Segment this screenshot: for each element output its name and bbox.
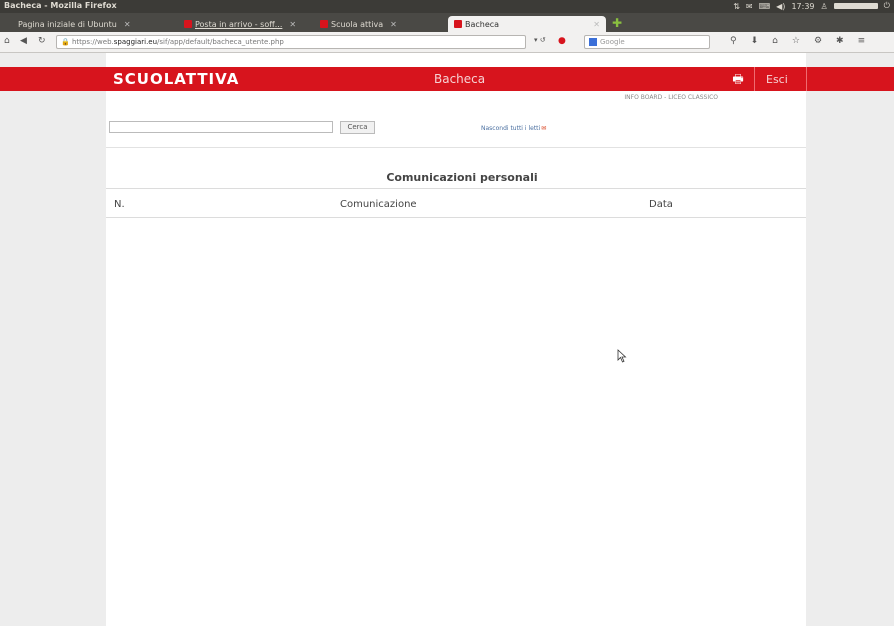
reload-icon[interactable]: ↻ bbox=[38, 36, 46, 46]
site-logo[interactable]: SCUOLATTIVA bbox=[113, 70, 239, 88]
menu-icon[interactable]: ≡ bbox=[858, 36, 866, 46]
home-page-icon[interactable]: ⌂ bbox=[772, 36, 778, 46]
logout-button[interactable]: Esci bbox=[766, 73, 788, 86]
back-icon[interactable]: ◀ bbox=[20, 36, 27, 46]
bookmark-star-icon[interactable]: ☆ bbox=[792, 36, 800, 46]
keyboard-icon[interactable]: ⌨ bbox=[759, 2, 771, 11]
search-icon[interactable]: ⚲ bbox=[730, 36, 737, 46]
tab-bacheca[interactable]: Bacheca ✕ bbox=[448, 16, 606, 32]
extension-icon[interactable]: ✱ bbox=[836, 36, 844, 46]
mail-icon[interactable]: ✉ bbox=[746, 2, 753, 11]
close-tab-icon[interactable]: ✕ bbox=[124, 20, 131, 29]
close-tab-icon[interactable]: ✕ bbox=[390, 20, 397, 29]
user-name-bar bbox=[833, 3, 878, 9]
tab-label: Scuola attiva bbox=[331, 19, 384, 29]
user-icon[interactable]: ♙ bbox=[821, 2, 828, 11]
url-lock-icon: 🔒 bbox=[61, 38, 70, 46]
right-margin bbox=[806, 53, 894, 626]
envelope-icon: ✉ bbox=[541, 125, 547, 132]
search-engine-placeholder: Google bbox=[600, 38, 625, 46]
page-title: Bacheca bbox=[434, 72, 486, 86]
power-icon[interactable]: ⏻ bbox=[884, 1, 890, 11]
clock[interactable]: 17:39 bbox=[791, 2, 814, 11]
mouse-cursor-icon bbox=[617, 349, 627, 363]
url-dropdown-icon[interactable]: ▾ ↺ bbox=[534, 36, 546, 44]
school-info: INFO BOARD - LICEO CLASSICO bbox=[624, 94, 718, 101]
hide-read-label: Nascondi tutti i letti bbox=[481, 125, 541, 132]
new-tab-icon[interactable]: ✚ bbox=[612, 16, 622, 30]
bacheca-favicon-icon bbox=[454, 20, 462, 28]
column-header-date[interactable]: Data bbox=[649, 199, 673, 210]
left-margin bbox=[0, 53, 106, 626]
download-icon[interactable]: ⬇ bbox=[751, 36, 759, 46]
tab-scuola-attiva[interactable]: Scuola attiva ✕ bbox=[320, 16, 440, 32]
column-header-number[interactable]: N. bbox=[114, 199, 125, 210]
tab-strip: Pagina iniziale di Ubuntu ✕ Posta in arri… bbox=[0, 13, 894, 32]
close-tab-icon[interactable]: ✕ bbox=[289, 20, 296, 29]
search-button[interactable]: Cerca bbox=[340, 121, 375, 134]
addon-icon[interactable]: ● bbox=[558, 36, 566, 46]
toolbar-icons: ⚲ ⬇ ⌂ ☆ ⚙ ✱ ≡ bbox=[730, 36, 865, 46]
scuola-favicon-icon bbox=[320, 20, 328, 28]
home-icon[interactable]: ⌂ bbox=[4, 36, 10, 46]
volume-icon[interactable]: ◀) bbox=[776, 2, 785, 11]
network-icon[interactable]: ⇅ bbox=[733, 2, 740, 11]
url-prefix: https://web. bbox=[71, 38, 114, 46]
url-bar[interactable]: 🔒 https://web.spaggiari.eu/sif/app/defau… bbox=[56, 35, 526, 49]
divider bbox=[106, 217, 806, 218]
print-icon[interactable]: 🖶 bbox=[730, 70, 746, 86]
tab-mail[interactable]: Posta in arrivo - soff... ✕ bbox=[184, 16, 312, 32]
tab-label: Pagina iniziale di Ubuntu bbox=[18, 19, 117, 29]
divider bbox=[106, 188, 806, 189]
url-domain: spaggiari.eu bbox=[113, 38, 158, 46]
system-tray: ⇅ ✉ ⌨ ◀) 17:39 ♙ ⏻ bbox=[733, 1, 890, 11]
header-divider bbox=[806, 67, 807, 91]
tab-ubuntu-home[interactable]: Pagina iniziale di Ubuntu ✕ bbox=[18, 16, 178, 32]
divider bbox=[106, 147, 806, 148]
main-content: INFO BOARD - LICEO CLASSICO Cerca Nascon… bbox=[106, 91, 806, 626]
tab-label: Bacheca bbox=[465, 19, 500, 29]
search-engine-box[interactable]: Google bbox=[584, 35, 710, 49]
close-tab-icon[interactable]: ✕ bbox=[593, 20, 600, 29]
navigation-bar: ⌂ ◀ ↻ 🔒 https://web.spaggiari.eu/sif/app… bbox=[0, 32, 894, 53]
window-title: Bacheca - Mozilla Firefox bbox=[4, 1, 117, 10]
search-engine-icon[interactable] bbox=[589, 38, 597, 46]
mail-favicon-icon bbox=[184, 20, 192, 28]
section-title: Comunicazioni personali bbox=[386, 171, 538, 184]
header-divider bbox=[754, 67, 755, 91]
os-title-bar: Bacheca - Mozilla Firefox ⇅ ✉ ⌨ ◀) 17:39… bbox=[0, 0, 894, 13]
url-path: /sif/app/default/bacheca_utente.php bbox=[157, 38, 284, 46]
search-input[interactable] bbox=[109, 121, 333, 133]
column-header-communication[interactable]: Comunicazione bbox=[340, 199, 417, 210]
tab-label: Posta in arrivo - soff... bbox=[195, 19, 283, 29]
settings-icon[interactable]: ⚙ bbox=[814, 36, 822, 46]
hide-read-link[interactable]: Nascondi tutti i letti✉ bbox=[481, 125, 546, 132]
